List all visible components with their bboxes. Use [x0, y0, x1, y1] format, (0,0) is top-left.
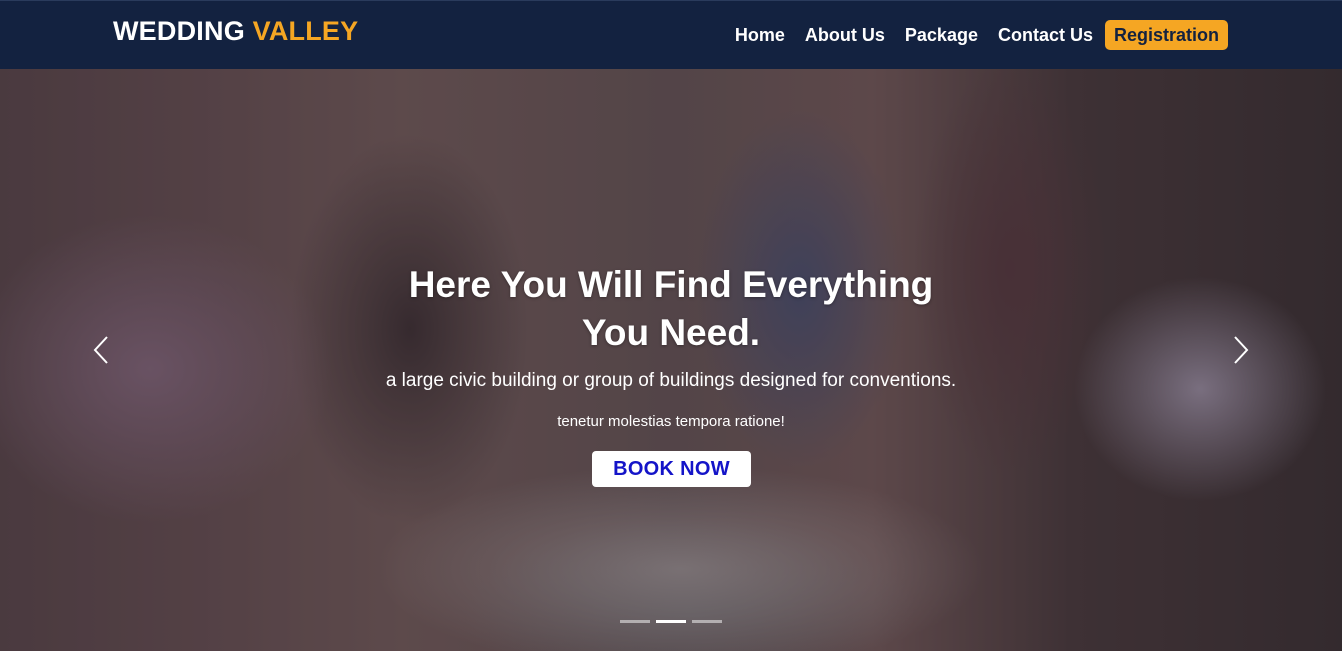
carousel-indicator-active[interactable]: [656, 620, 686, 623]
carousel-indicator[interactable]: [620, 620, 650, 623]
brand-logo[interactable]: WEDDING VALLEY: [113, 16, 358, 47]
book-now-button[interactable]: BOOK NOW: [592, 451, 751, 487]
hero-subnote: tenetur molestias tempora ratione!: [557, 413, 785, 430]
nav-contact-link[interactable]: Contact Us: [988, 20, 1103, 50]
nav-home-link[interactable]: Home: [725, 20, 795, 50]
navbar: WEDDING VALLEY Home About Us Package Con…: [0, 0, 1342, 69]
carousel-indicators: [620, 620, 724, 624]
hero-title: Here You Will Find Everything You Need.: [408, 264, 934, 353]
brand-accent: VALLEY: [252, 16, 359, 46]
carousel-indicator[interactable]: [692, 620, 722, 623]
brand-name: WEDDING: [113, 16, 245, 46]
hero-caption: Here You Will Find Everything You Need. …: [0, 69, 1342, 651]
nav-about-link[interactable]: About Us: [795, 20, 895, 50]
hero-subtitle: a large civic building or group of build…: [385, 370, 957, 391]
hero-carousel: Here You Will Find Everything You Need. …: [0, 69, 1342, 651]
nav-menu: Home About Us Package Contact Us Registr…: [725, 20, 1228, 50]
nav-package-link[interactable]: Package: [895, 20, 988, 50]
registration-button[interactable]: Registration: [1104, 20, 1228, 50]
